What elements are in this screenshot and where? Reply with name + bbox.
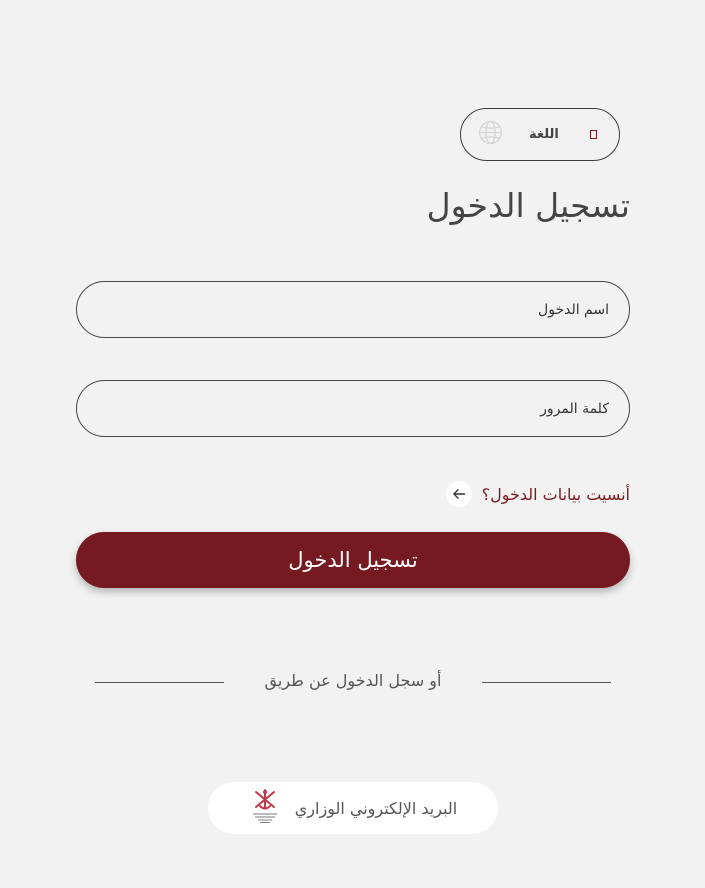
globe-icon (478, 120, 503, 149)
ministry-email-label: البريد الإلكتروني الوزاري (294, 798, 458, 818)
forgot-credentials-label: أنسيت بيانات الدخول؟ (481, 484, 630, 504)
chevron-down-icon (589, 130, 597, 140)
login-button[interactable]: تسجيل الدخول (76, 532, 630, 588)
language-label: اللغة (529, 127, 559, 142)
language-selector[interactable]: اللغة (460, 108, 620, 161)
arrow-left-icon (445, 481, 472, 507)
divider-line-right (482, 682, 611, 683)
divider-label: أو سجل الدخول عن طريق (264, 671, 442, 690)
forgot-credentials-link[interactable]: أنسيت بيانات الدخول؟ (445, 481, 630, 507)
password-input[interactable] (76, 380, 630, 437)
oman-emblem-icon (249, 786, 295, 830)
divider-line-left (95, 682, 224, 683)
login-page: اللغة تسجيل الدخول أنسيت بيانات الدخول؟ (0, 0, 705, 888)
page-title: تسجيل الدخول (426, 186, 630, 225)
username-input[interactable] (76, 281, 630, 338)
ministry-email-login-button[interactable]: البريد الإلكتروني الوزاري (208, 782, 498, 834)
